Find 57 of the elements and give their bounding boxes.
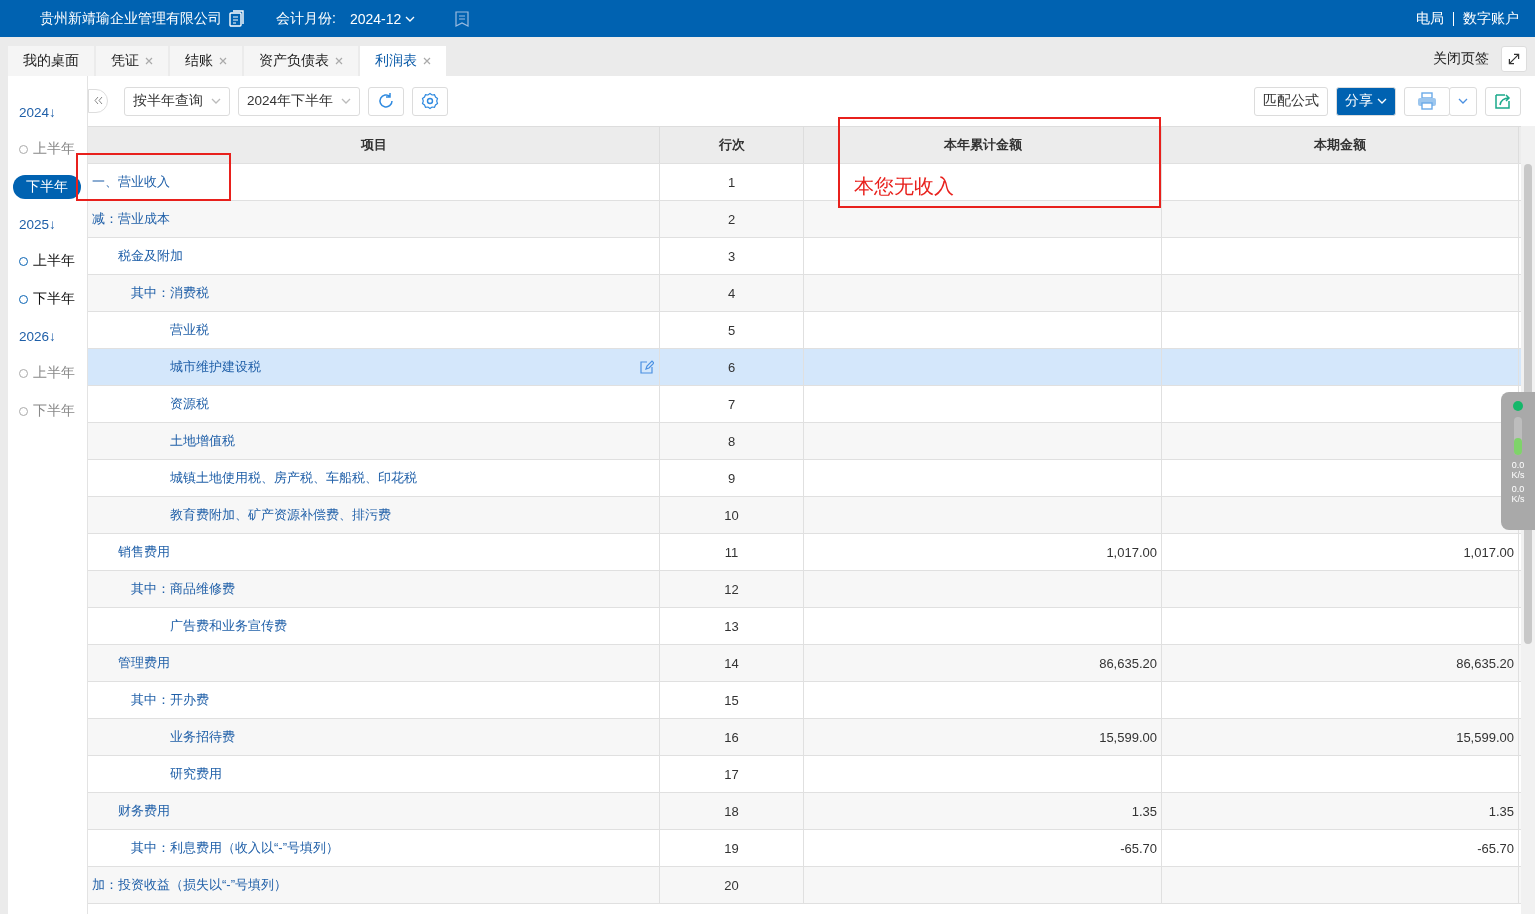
column-header: 项目 — [88, 127, 660, 163]
table-cell: 业务招待费 — [88, 719, 660, 755]
table-cell: 资源税 — [88, 386, 660, 422]
table-cell: 1.35 — [804, 793, 1162, 829]
table-cell: 12 — [660, 571, 804, 607]
table-cell: 86,635.20 — [1162, 645, 1519, 681]
table-cell: 一、营业收入 — [88, 164, 660, 200]
table-cell: 其中：消费税 — [88, 275, 660, 311]
table-cell: 20 — [660, 867, 804, 903]
table-cell: 城市维护建设税 — [88, 349, 660, 385]
table-cell: 10 — [660, 497, 804, 533]
table-cell: 9 — [660, 460, 804, 496]
table-cell: 减：营业成本 — [88, 201, 660, 237]
table-cell: 4 — [660, 275, 804, 311]
table-cell: 管理费用 — [88, 645, 660, 681]
column-header: 本期金额 — [1162, 127, 1519, 163]
table-cell: 11 — [660, 534, 804, 570]
table-cell: 1,017.00 — [1162, 534, 1519, 570]
table-cell: 其中：商品维修费 — [88, 571, 660, 607]
table-cell: 1 — [660, 164, 804, 200]
table-cell: 土地增值税 — [88, 423, 660, 459]
table-cell: 加：投资收益（损失以“-”号填列） — [88, 867, 660, 903]
table-cell: 16 — [660, 719, 804, 755]
table-cell: 19 — [660, 830, 804, 866]
table-cell: 7 — [660, 386, 804, 422]
column-header: 本年累计金额 — [804, 127, 1162, 163]
table-cell: 2 — [660, 201, 804, 237]
table-cell: 15 — [660, 682, 804, 718]
table-cell: 17 — [660, 756, 804, 792]
table-cell: 3 — [660, 238, 804, 274]
table-cell: -65.70 — [804, 830, 1162, 866]
table-cell: 18 — [660, 793, 804, 829]
table-cell: 其中：利息费用（收入以“-”号填列） — [88, 830, 660, 866]
table-cell: 14 — [660, 645, 804, 681]
table-cell: 13 — [660, 608, 804, 644]
table-cell: 8 — [660, 423, 804, 459]
table-cell: 6 — [660, 349, 804, 385]
column-header: 行次 — [660, 127, 804, 163]
table-cell: 86,635.20 — [804, 645, 1162, 681]
annotation-note: 本您无收入 — [854, 174, 954, 199]
table-cell: 15,599.00 — [804, 719, 1162, 755]
table-cell: 销售费用 — [88, 534, 660, 570]
table-cell: 财务费用 — [88, 793, 660, 829]
table-cell: 研究费用 — [88, 756, 660, 792]
table-cell: 1,017.00 — [804, 534, 1162, 570]
table-cell: 15,599.00 — [1162, 719, 1519, 755]
table-cell: 城镇土地使用税、房产税、车船税、印花税 — [88, 460, 660, 496]
period-label: 会计月份: — [276, 9, 336, 28]
table-cell: 税金及附加 — [88, 238, 660, 274]
table-cell: 教育费附加、矿产资源补偿费、排污费 — [88, 497, 660, 533]
table-cell: 5 — [660, 312, 804, 348]
table-cell: -65.70 — [1162, 830, 1519, 866]
table-cell: 1.35 — [1162, 793, 1519, 829]
table-cell: 营业税 — [88, 312, 660, 348]
company-name: 贵州新靖瑜企业管理有限公司 — [40, 9, 222, 28]
table-cell: 广告费和业务宣传费 — [88, 608, 660, 644]
table-cell: 其中：开办费 — [88, 682, 660, 718]
